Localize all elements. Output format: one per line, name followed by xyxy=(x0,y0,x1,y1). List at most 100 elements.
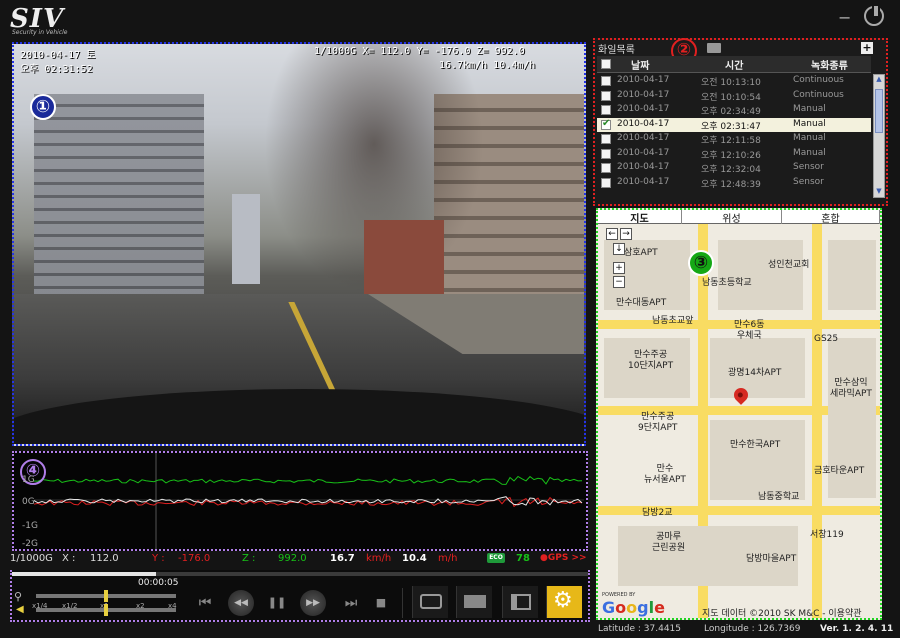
prev-icon[interactable]: ⏮ xyxy=(192,590,218,616)
row-time: 오후 12:32:04 xyxy=(701,165,761,175)
video-scene-building xyxy=(34,94,204,324)
scroll-thumb[interactable] xyxy=(875,89,883,133)
map-label: 금호타운APT xyxy=(814,466,865,476)
volume-slider-knob[interactable] xyxy=(104,604,108,616)
map-tabs: 지도 위성 혼합 xyxy=(598,210,880,225)
rewind-button[interactable]: ◀◀ xyxy=(228,590,254,616)
map-panel[interactable]: 지도 위성 혼합 ← → ↓ + − ③ 삼호APT 성인천교회 남동초등학교 … xyxy=(596,208,882,620)
row-checkbox[interactable] xyxy=(601,134,611,144)
gps-indicator[interactable]: ●GPS >> xyxy=(540,553,587,563)
gsensor-plot xyxy=(34,453,584,549)
row-date: 2010-04-17 xyxy=(617,118,670,129)
readout-y-label: Y : xyxy=(152,553,165,564)
readout-kmh-value: 16.7 xyxy=(330,553,355,564)
add-file-button[interactable]: + xyxy=(861,42,873,54)
print-button[interactable] xyxy=(456,586,492,618)
map-label: 만수대동APT xyxy=(616,298,667,308)
graph-ylabel: 0G xyxy=(22,497,35,507)
google-logo[interactable]: Google xyxy=(602,598,665,617)
pan-right-icon[interactable]: → xyxy=(620,228,632,240)
file-list-row[interactable]: 2010-04-17 오전 10:10:54 Continuous xyxy=(597,89,871,104)
speed-slider-knob[interactable] xyxy=(104,590,108,602)
version-label: Ver. 1. 2. 4. 11 xyxy=(820,624,894,634)
row-date: 2010-04-17 xyxy=(617,162,670,172)
column-date[interactable]: 날짜 xyxy=(631,57,649,72)
eco-badge: ECO xyxy=(487,553,505,563)
scroll-up-icon[interactable]: ▲ xyxy=(874,75,884,85)
row-checkbox[interactable] xyxy=(601,76,611,86)
video-scene-house xyxy=(364,220,444,300)
row-time: 오후 02:31:47 xyxy=(701,121,761,132)
scroll-down-icon[interactable]: ▼ xyxy=(874,187,884,197)
progress-bar[interactable] xyxy=(12,572,588,576)
export-button[interactable] xyxy=(502,586,538,618)
row-date: 2010-04-17 xyxy=(617,133,670,143)
tab-satellite[interactable]: 위성 xyxy=(682,210,782,225)
map-label: 성인천교회 xyxy=(768,260,810,270)
map-label: GS25 xyxy=(814,334,839,344)
callout-badge-3: ③ xyxy=(688,250,714,276)
zoom-in-icon[interactable]: + xyxy=(613,262,625,274)
row-date: 2010-04-17 xyxy=(617,176,670,187)
video-speed-readout: 16.7km/h 10.4m/h xyxy=(439,60,536,71)
power-icon[interactable] xyxy=(864,4,884,26)
speed-slider[interactable]: x1/4 x1/2 x1 x2 x4 xyxy=(32,590,177,610)
map-label: 서창119 xyxy=(810,530,844,540)
video-date: 2010-04-17 토 xyxy=(20,50,96,61)
status-footer: Latitude : 37.4415 Longitude : 126.7369 … xyxy=(594,624,894,636)
row-checkbox[interactable] xyxy=(601,163,611,173)
video-time: 오후 02:31:52 xyxy=(20,64,93,75)
playback-time: 00:00:05 xyxy=(138,578,179,588)
gsensor-graph: ④ 1G 0G -1G -2G xyxy=(12,451,588,551)
file-list-scrollbar[interactable]: ▲ ▼ xyxy=(873,74,885,198)
pan-left-icon[interactable]: ← xyxy=(606,228,618,240)
readout-mh-unit: m/h xyxy=(438,553,458,564)
file-list-row[interactable]: 2010-04-17 오후 02:31:47 Manual xyxy=(597,117,871,132)
pause-button[interactable]: ❚❚ xyxy=(264,590,290,616)
volume-slider[interactable] xyxy=(36,604,176,616)
readout-z-value: 992.0 xyxy=(278,553,307,564)
next-icon[interactable]: ⏭ xyxy=(338,590,364,616)
forward-button[interactable]: ▶▶ xyxy=(300,590,326,616)
row-time: 오전 10:13:10 xyxy=(701,78,761,88)
select-all-checkbox[interactable] xyxy=(601,59,611,69)
zoom-out-icon[interactable]: − xyxy=(613,276,625,288)
file-list-row[interactable]: 2010-04-17 오후 12:32:04 Sensor xyxy=(597,161,871,176)
volume-icon: ◀ xyxy=(16,604,24,615)
settings-button[interactable]: ⚙ xyxy=(546,586,582,618)
column-type[interactable]: 녹화종류 xyxy=(811,57,848,72)
file-list-panel: 화일목록 ② + 날짜 시간 녹화종류 2010-04-17 오전 10:13:1… xyxy=(593,38,888,206)
folder-icon[interactable] xyxy=(707,43,721,53)
row-checkbox[interactable] xyxy=(601,177,611,188)
row-checkbox[interactable] xyxy=(601,90,611,101)
map-copyright[interactable]: 지도 데이터 ©2010 SK M&C - 이용약관 xyxy=(702,606,862,618)
row-checkbox[interactable] xyxy=(601,118,611,130)
readout-z-label: Z : xyxy=(242,553,256,564)
video-gsensor-readout: 1/1000G X= 112.0 Y= -176.0 Z= 992.0 xyxy=(314,46,525,57)
map-label: 만수6동 우체국 xyxy=(734,320,765,341)
column-time[interactable]: 시간 xyxy=(725,57,743,72)
row-type: Sensor xyxy=(793,176,824,187)
tab-hybrid[interactable]: 혼합 xyxy=(782,210,880,225)
row-type: Manual xyxy=(793,118,826,129)
readout-y-value: -176.0 xyxy=(178,553,211,564)
stop-button[interactable]: ■ xyxy=(368,590,394,616)
export-icon xyxy=(511,594,531,610)
callout-badge-1: ① xyxy=(30,94,56,120)
row-checkbox[interactable] xyxy=(601,148,611,159)
file-list-row[interactable]: 2010-04-17 오전 10:13:10 Continuous xyxy=(597,74,871,89)
file-list-row[interactable]: 2010-04-17 오후 12:11:58 Manual xyxy=(597,132,871,147)
video-player[interactable]: 2010-04-17 토 오후 02:31:52 1/1000G X= 112.… xyxy=(12,42,586,446)
tab-map[interactable]: 지도 xyxy=(598,210,682,225)
map-label: 남동초교앞 xyxy=(652,316,694,326)
file-list-row[interactable]: 2010-04-17 오후 12:10:26 Manual xyxy=(597,147,871,162)
row-checkbox[interactable] xyxy=(601,105,611,115)
file-list-row[interactable]: 2010-04-17 오후 12:48:39 Sensor xyxy=(597,176,871,191)
minimize-button[interactable]: − xyxy=(838,8,852,27)
row-time: 오후 02:34:49 xyxy=(701,107,761,117)
file-list-row[interactable]: 2010-04-17 오후 02:34:49 Manual xyxy=(597,103,871,118)
file-list-title: 화일목록 xyxy=(598,45,635,56)
readout-x-value: 112.0 xyxy=(90,553,119,564)
map-label: 만수한국APT xyxy=(730,440,781,450)
snapshot-button[interactable] xyxy=(412,586,448,618)
